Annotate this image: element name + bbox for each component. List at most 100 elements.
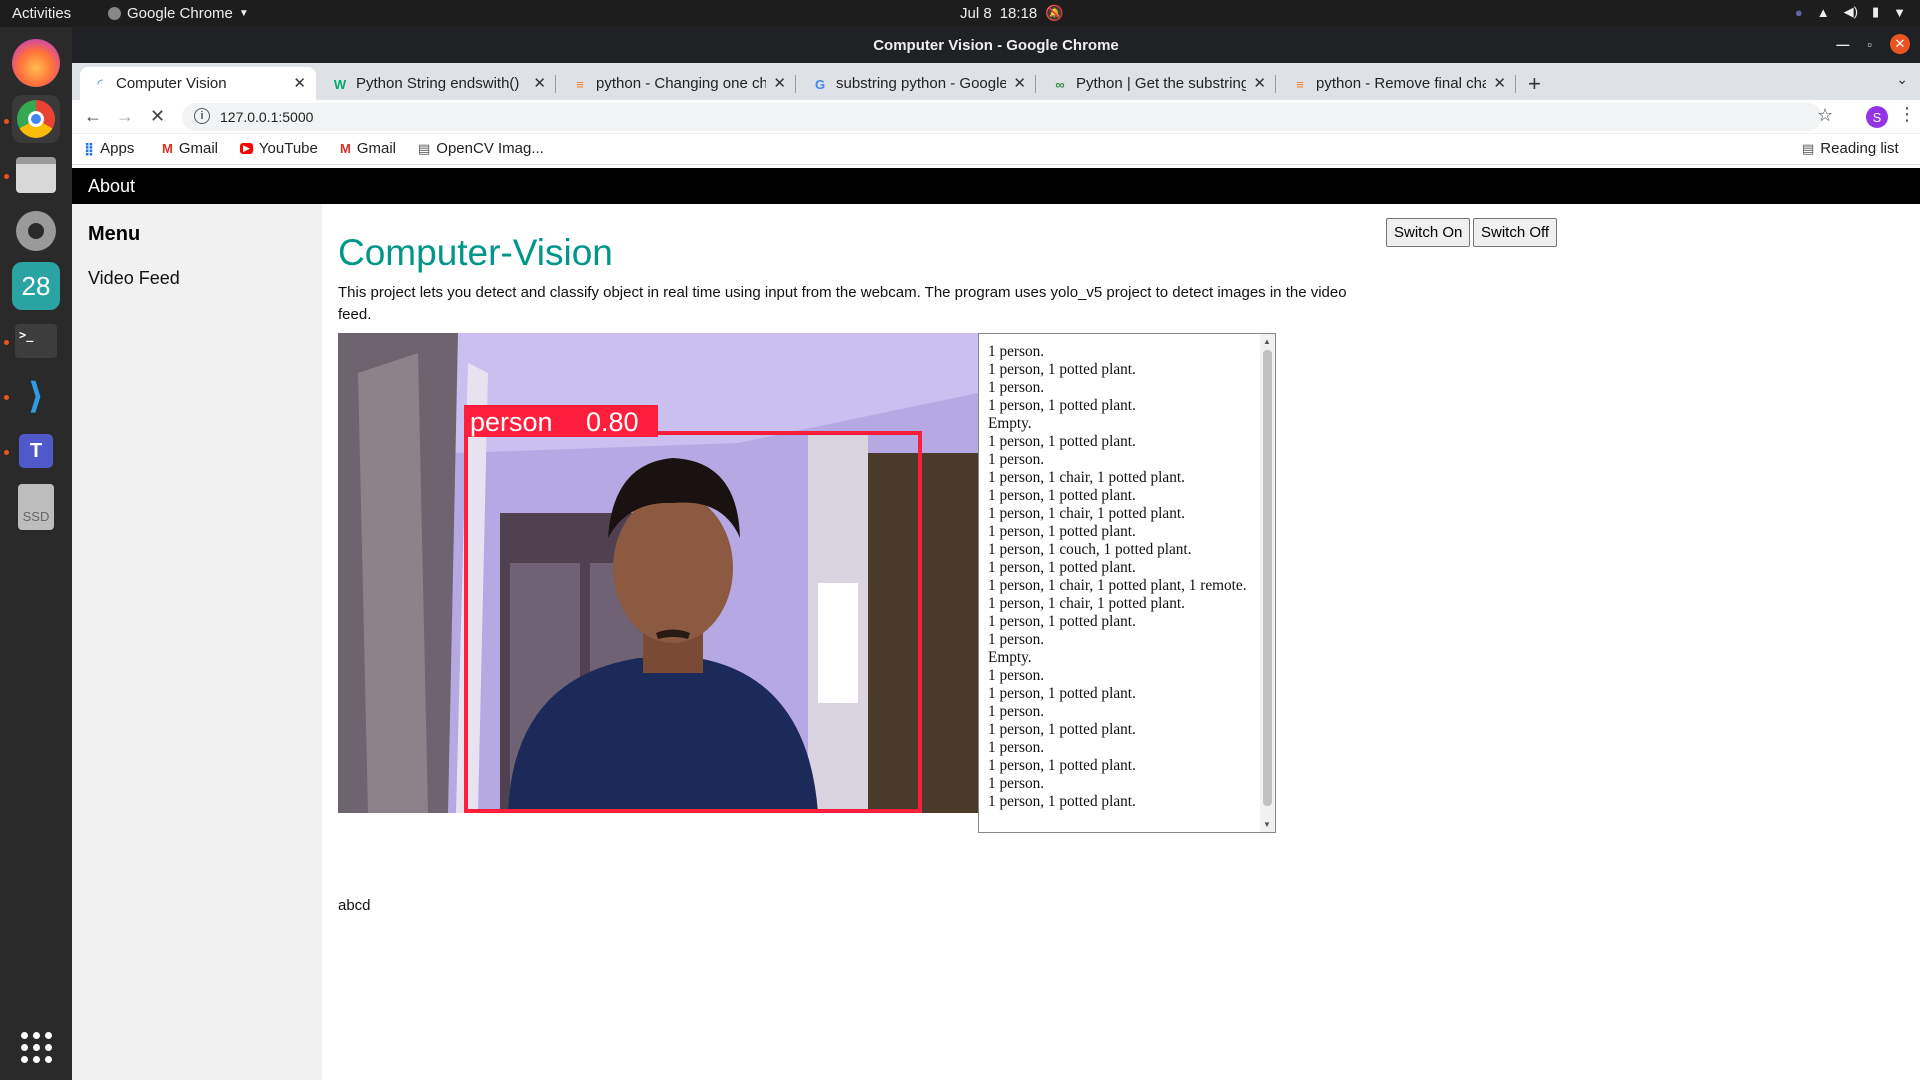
stop-loading-icon[interactable]: ✕: [150, 106, 165, 127]
activities-button[interactable]: Activities: [12, 5, 71, 22]
app-menu-label: Google Chrome: [127, 5, 233, 22]
show-apps-icon[interactable]: [12, 1023, 60, 1071]
log-line: 1 person, 1 potted plant.: [988, 487, 1136, 504]
dock-running-dot: [4, 174, 9, 179]
bookmark-star-icon[interactable]: ☆: [1817, 105, 1833, 126]
tab-label: Python | Get the substring: [1076, 75, 1246, 92]
battery-icon: ▮: [1871, 4, 1880, 19]
log-line: 1 person, 1 potted plant.: [988, 361, 1136, 378]
maximize-icon[interactable]: ▫: [1867, 37, 1872, 52]
clock[interactable]: Jul 8 18:18 🔕: [960, 4, 1064, 23]
geeksforgeeks-icon: ∞: [1055, 76, 1065, 92]
address-bar[interactable]: i 127.0.0.1:5000: [182, 103, 1822, 131]
vscode-icon[interactable]: ⟩: [12, 372, 60, 420]
back-icon[interactable]: ←: [84, 106, 102, 127]
log-line: 1 person, 1 potted plant.: [988, 397, 1136, 414]
minimize-icon[interactable]: —: [1836, 37, 1849, 52]
teams-icon[interactable]: T: [12, 427, 60, 475]
tab-close-icon[interactable]: ✕: [1493, 74, 1506, 92]
chrome-icon[interactable]: [12, 95, 60, 143]
log-line: 1 person, 1 potted plant.: [988, 685, 1136, 702]
log-line: 1 person.: [988, 379, 1045, 396]
footer-text: abcd: [338, 897, 371, 914]
system-tray[interactable]: ● ▲ ◀) ▮ ▼: [1795, 4, 1906, 20]
bookmark-gmail[interactable]: M Gmail: [162, 140, 218, 157]
tab-get-substring[interactable]: ∞ Python | Get the substring ✕: [1040, 67, 1276, 100]
youtube-icon: ▶: [240, 143, 253, 154]
tab-close-icon[interactable]: ✕: [293, 74, 306, 92]
google-icon: G: [814, 76, 826, 92]
page-description: This project lets you detect and classif…: [338, 284, 1347, 323]
tab-substring-google[interactable]: G substring python - Google ✕: [800, 67, 1036, 100]
log-line: 1 person, 1 potted plant.: [988, 523, 1136, 540]
calendar-icon[interactable]: 28: [12, 262, 60, 310]
bookmark-label: YouTube: [258, 140, 318, 157]
chrome-menu-icon[interactable]: ⋮: [1898, 104, 1916, 125]
switch-on-button[interactable]: Switch On: [1386, 218, 1471, 247]
firefox-icon[interactable]: [12, 39, 60, 87]
reading-list[interactable]: ▤ Reading list: [1802, 140, 1899, 157]
reading-list-label: Reading list: [1820, 140, 1899, 157]
log-line: 1 person.: [988, 631, 1045, 648]
log-line: 1 person.: [988, 775, 1045, 792]
forward-icon[interactable]: →: [116, 106, 134, 127]
teams-tray-icon[interactable]: ●: [1795, 5, 1803, 20]
dock-running-dot: [4, 450, 9, 455]
log-line: 1 person, 1 potted plant.: [988, 559, 1136, 576]
files-icon[interactable]: [12, 151, 60, 199]
new-tab-icon[interactable]: +: [1528, 71, 1541, 97]
reading-list-icon: ▤: [1802, 140, 1815, 156]
profile-avatar[interactable]: S: [1866, 106, 1888, 128]
log-line: 1 person, 1 potted plant.: [988, 757, 1136, 774]
tab-close-icon[interactable]: ✕: [1253, 74, 1266, 92]
app-menu[interactable]: Google Chrome ▼: [108, 5, 249, 22]
tab-strip: ◜ Computer Vision ✕ W Python String ends…: [72, 63, 1920, 100]
bookmark-apps[interactable]: ⣿ Apps: [84, 140, 134, 157]
log-line: 1 person.: [988, 703, 1045, 720]
sidebar-title: Menu: [88, 223, 141, 245]
tab-search-icon[interactable]: ⌄: [1896, 71, 1908, 88]
tab-close-icon[interactable]: ✕: [773, 74, 786, 92]
detection-log[interactable]: 1 person. 1 person, 1 potted plant. 1 pers…: [978, 333, 1276, 833]
url-text: 127.0.0.1:5000: [220, 109, 314, 125]
settings-icon[interactable]: [12, 207, 60, 255]
scroll-down-icon[interactable]: ▼: [1263, 820, 1271, 829]
scroll-up-icon[interactable]: ▲: [1263, 337, 1271, 346]
sidebar-item-video-feed[interactable]: Video Feed: [88, 268, 180, 289]
gmail-icon: M: [340, 141, 351, 156]
bookmark-gmail-2[interactable]: M Gmail: [340, 140, 396, 157]
terminal-icon[interactable]: >_: [12, 317, 60, 365]
tab-computer-vision[interactable]: ◜ Computer Vision ✕: [80, 67, 316, 100]
tab-close-icon[interactable]: ✕: [1013, 74, 1026, 92]
tab-label: python - Remove final cha: [1316, 75, 1486, 92]
browser-toolbar: ← → ✕ i 127.0.0.1:5000 ☆ S ⋮: [72, 100, 1920, 134]
window-titlebar[interactable]: Computer Vision - Google Chrome — ▫ ✕: [72, 27, 1920, 63]
ssd-label: SSD: [18, 484, 54, 530]
wifi-icon: ▲: [1816, 4, 1830, 20]
tab-label: Python String endswith(): [356, 75, 520, 92]
tab-close-icon[interactable]: ✕: [533, 74, 546, 92]
switch-off-button[interactable]: Switch Off: [1473, 218, 1558, 247]
dock-running-dot: [4, 119, 9, 124]
log-line: 1 person, 1 chair, 1 potted plant, 1 rem…: [988, 577, 1247, 594]
site-info-icon[interactable]: i: [194, 108, 210, 124]
tab-python-endswith[interactable]: W Python String endswith() ✕: [320, 67, 556, 100]
nav-about-link[interactable]: About: [88, 176, 135, 197]
window-close-icon[interactable]: ✕: [1890, 34, 1910, 54]
tab-remove-final[interactable]: ≡ python - Remove final cha ✕: [1280, 67, 1516, 100]
log-line: 1 person.: [988, 451, 1045, 468]
video-frame: person 0.80: [338, 333, 978, 813]
bookmark-opencv[interactable]: ▤ OpenCV Imag...: [418, 140, 544, 157]
apps-grid-icon: ⣿: [84, 140, 95, 156]
tray-menu-icon: ▼: [1893, 4, 1906, 20]
bookmark-youtube[interactable]: ▶ YouTube: [240, 140, 318, 157]
log-line: 1 person.: [988, 667, 1045, 684]
log-line: Empty.: [988, 415, 1032, 432]
dock-running-dot: [4, 340, 9, 345]
tab-python-changing[interactable]: ≡ python - Changing one ch ✕: [560, 67, 796, 100]
loading-icon: ◜: [97, 76, 103, 91]
ssd-icon[interactable]: SSD: [12, 483, 60, 531]
scrollbar-thumb[interactable]: [1263, 350, 1272, 806]
log-scrollbar[interactable]: ▲ ▼: [1260, 334, 1275, 832]
tab-label: Computer Vision: [116, 75, 227, 92]
